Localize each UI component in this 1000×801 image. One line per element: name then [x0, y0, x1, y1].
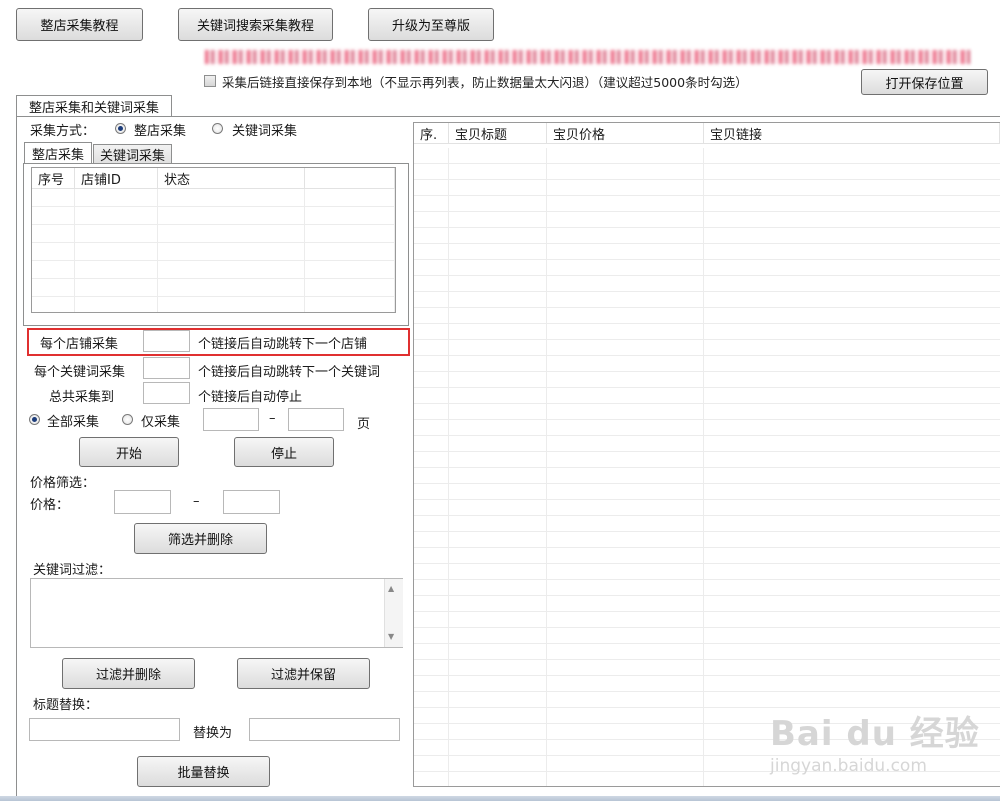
tab-shop-collect[interactable]: 整店采集	[24, 142, 92, 164]
price-max-input[interactable]	[223, 490, 280, 514]
radio-keyword-collect-label: 关键词采集	[232, 124, 298, 139]
filter-delete-keyword-button[interactable]: 过滤并删除	[62, 658, 195, 689]
col-item-price[interactable]: 宝贝价格	[546, 123, 704, 144]
col-extra[interactable]	[304, 168, 395, 189]
price-min-input[interactable]	[114, 490, 171, 514]
per-keyword-input[interactable]	[143, 357, 190, 379]
radio-all-pages-label: 全部采集	[47, 415, 100, 430]
keyword-filter-title: 关键词过滤：	[33, 563, 112, 578]
total-label: 总共采集到	[49, 390, 115, 405]
radio-shop-collect-label: 整店采集	[134, 124, 187, 139]
col-item-link[interactable]: 宝贝链接	[703, 123, 1000, 144]
table-row	[32, 188, 395, 207]
tab-shop-and-keyword[interactable]: 整店采集和关键词采集	[16, 95, 172, 117]
replace-with-label: 替换为	[193, 726, 233, 741]
col-result-index[interactable]: 序.	[414, 123, 449, 144]
upgrade-button[interactable]: 升级为至尊版	[368, 8, 494, 41]
stop-button[interactable]: 停止	[234, 437, 334, 467]
radio-only-pages-label: 仅采集	[141, 415, 181, 430]
table-row	[32, 242, 395, 261]
window-bottom-border	[0, 796, 1000, 801]
per-shop-suffix: 个链接后自动跳转下一个店铺	[198, 337, 368, 352]
redacted-banner	[205, 50, 970, 64]
per-keyword-label: 每个关键词采集	[34, 365, 126, 380]
filter-delete-price-button[interactable]: 筛选并删除	[134, 523, 267, 554]
collect-mode-label: 采集方式：	[30, 124, 96, 139]
table-row	[32, 296, 395, 312]
start-button[interactable]: 开始	[79, 437, 179, 467]
keyword-tutorial-button[interactable]: 关键词搜索采集教程	[178, 8, 333, 41]
replace-from-input[interactable]	[29, 718, 180, 741]
results-table[interactable]: 序. 宝贝标题 宝贝价格 宝贝链接	[413, 122, 1000, 787]
shop-list-table[interactable]: 序号 店铺ID 状态	[31, 167, 396, 313]
batch-replace-button[interactable]: 批量替换	[137, 756, 270, 787]
baidu-watermark: Bai du 经验	[770, 714, 980, 754]
per-keyword-suffix: 个链接后自动跳转下一个关键词	[198, 365, 381, 380]
save-local-label: 采集后链接直接保存到本地（不显示再列表，防止数据量太大闪退）（建议超过5000条…	[222, 75, 748, 90]
page-to-input[interactable]	[288, 408, 344, 431]
replace-to-input[interactable]	[249, 718, 400, 741]
radio-all-pages[interactable]	[29, 414, 40, 425]
scroll-up-icon[interactable]: ▲	[388, 584, 394, 593]
price-label: 价格：	[30, 498, 70, 513]
page-unit-label: 页	[357, 417, 371, 432]
radio-keyword-collect[interactable]	[212, 123, 223, 134]
total-suffix: 个链接后自动停止	[198, 390, 303, 405]
range-dash: –	[269, 411, 276, 426]
open-folder-button[interactable]: 打开保存位置	[861, 69, 988, 95]
keyword-filter-textarea[interactable]	[30, 578, 403, 648]
col-shop-id[interactable]: 店铺ID	[74, 168, 158, 189]
tab-keyword-collect[interactable]: 关键词采集	[93, 144, 172, 164]
save-local-checkbox[interactable]	[204, 75, 216, 87]
filter-keep-keyword-button[interactable]: 过滤并保留	[237, 658, 370, 689]
radio-shop-collect[interactable]	[115, 123, 126, 134]
table-row	[32, 224, 395, 243]
price-filter-title: 价格筛选：	[30, 476, 96, 491]
title-replace-title: 标题替换：	[33, 698, 99, 713]
watermark-url: jingyan.baidu.com	[770, 756, 927, 776]
table-row	[32, 278, 395, 297]
per-shop-input[interactable]	[143, 330, 190, 352]
radio-only-pages[interactable]	[122, 414, 133, 425]
col-item-title[interactable]: 宝贝标题	[448, 123, 547, 144]
results-rows	[414, 148, 1000, 786]
table-row	[32, 260, 395, 279]
table-row	[32, 206, 395, 225]
scroll-down-icon[interactable]: ▼	[388, 632, 394, 641]
page-from-input[interactable]	[203, 408, 259, 431]
col-index[interactable]: 序号	[32, 168, 75, 189]
per-shop-label: 每个店铺采集	[40, 337, 119, 352]
col-status[interactable]: 状态	[157, 168, 305, 189]
price-dash: –	[193, 494, 200, 509]
shop-tutorial-button[interactable]: 整店采集教程	[16, 8, 143, 41]
total-input[interactable]	[143, 382, 190, 404]
